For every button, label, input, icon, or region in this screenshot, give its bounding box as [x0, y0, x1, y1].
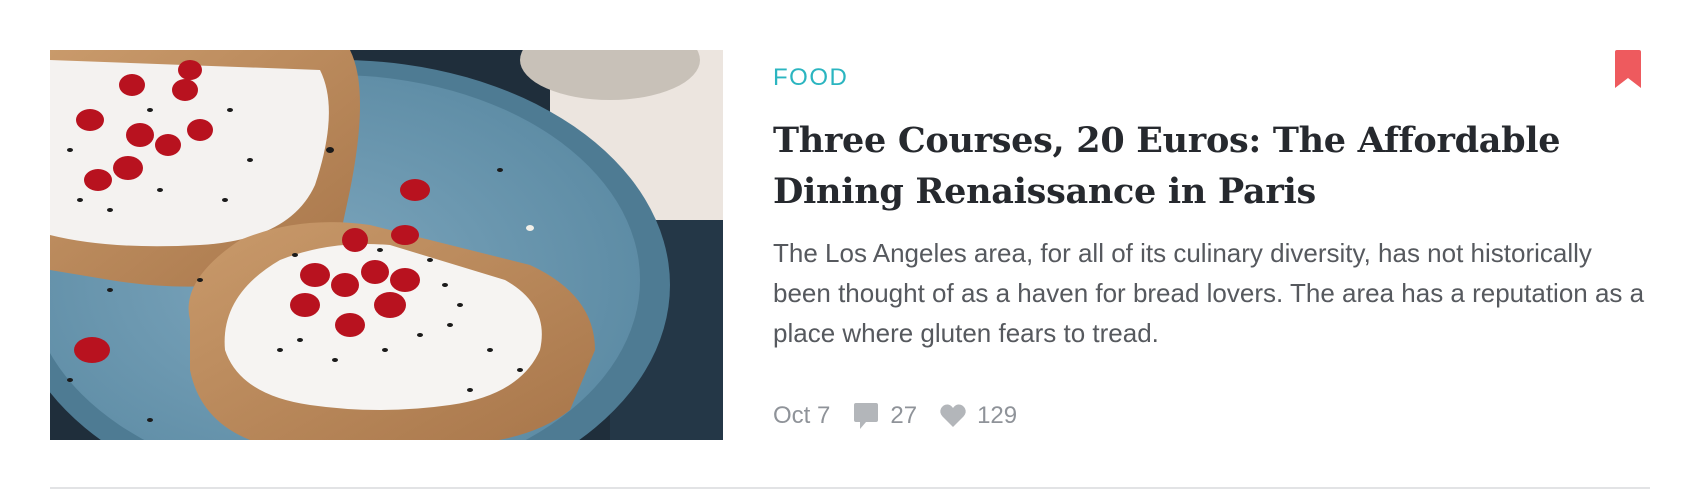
likes-stat[interactable]: 129: [939, 402, 1039, 430]
comments-count: 27: [890, 402, 918, 429]
heart-icon: [939, 402, 967, 430]
divider: [50, 487, 1650, 489]
food-photo: [50, 50, 723, 440]
likes-count: 129: [977, 402, 1018, 429]
article-meta: Oct 7 27 129: [773, 400, 1039, 432]
comment-icon: [852, 402, 880, 430]
article-content: FOOD Three Courses, 20 Euros: The Afford…: [773, 50, 1653, 353]
article-date: Oct 7: [773, 402, 831, 429]
article-excerpt: The Los Angeles area, for all of its cul…: [773, 238, 1645, 348]
article-title[interactable]: Three Courses, 20 Euros: The Affordable …: [773, 115, 1633, 217]
article-card: FOOD Three Courses, 20 Euros: The Afford…: [0, 0, 1696, 490]
bookmark-icon[interactable]: [1613, 50, 1643, 90]
comments-stat[interactable]: 27: [852, 402, 939, 430]
article-thumbnail[interactable]: [50, 50, 723, 440]
category-label[interactable]: FOOD: [773, 63, 848, 93]
